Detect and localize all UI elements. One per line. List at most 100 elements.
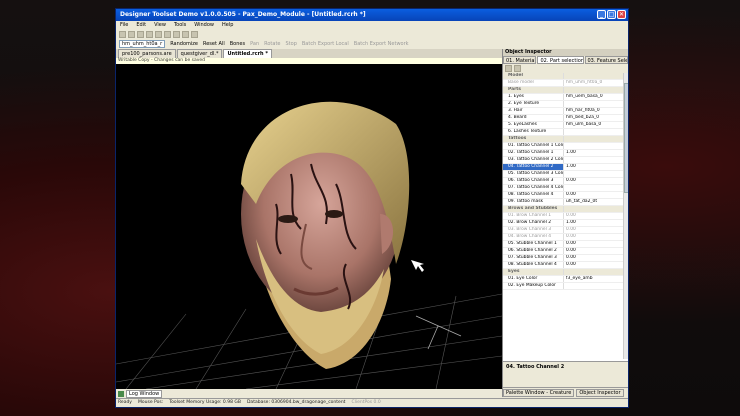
scrollbar-thumb[interactable]	[624, 83, 628, 193]
close-button[interactable]: ✕	[617, 10, 626, 19]
batch-export-network-button[interactable]: Batch Export Network	[354, 41, 409, 47]
property-row[interactable]: 6. Lashes Texture	[503, 129, 623, 136]
randomize-button[interactable]: Randomize	[170, 41, 198, 47]
rotate-button[interactable]: Rotate	[264, 41, 280, 47]
property-row[interactable]: 06. Stubble Channel 2 0.00	[503, 248, 623, 255]
property-value[interactable]	[563, 185, 623, 191]
paste-icon[interactable]	[164, 30, 171, 38]
menu-edit[interactable]: Edit	[136, 22, 146, 28]
tab-object-inspector[interactable]: Object Inspector	[576, 388, 624, 397]
tab-palette-window[interactable]: Palette Window - Creature	[503, 388, 575, 397]
title-bar: Designer Toolset Demo v1.0.0.505 - Pax_D…	[116, 9, 628, 21]
property-category[interactable]: Model	[503, 73, 623, 80]
property-value[interactable]: 1.00	[563, 220, 623, 226]
minimize-button[interactable]: _	[597, 10, 606, 19]
property-value[interactable]: 1.00	[563, 150, 623, 156]
new-icon[interactable]	[119, 30, 126, 38]
reset-all-button[interactable]: Reset All	[203, 41, 225, 47]
tab-log-window[interactable]: Log Window	[126, 389, 163, 398]
property-value[interactable]: f3_eye_amb	[563, 276, 623, 282]
bones-button[interactable]: Bones	[230, 41, 245, 47]
main-toolbar	[116, 29, 628, 39]
property-row[interactable]: 06. Tattoo Channel 3 0.00	[503, 178, 623, 185]
property-category[interactable]: Brows and Stubbles	[503, 206, 623, 213]
property-row[interactable]: 04. Tattoo Channel 2 1.00	[503, 164, 623, 171]
property-value[interactable]: hm_bed_b2a_0	[563, 115, 623, 121]
property-value[interactable]: 0.00	[563, 255, 623, 261]
tab-dialog-file[interactable]: questgiver_dl.*	[176, 49, 223, 58]
menu-help[interactable]: Help	[222, 22, 233, 28]
property-value[interactable]	[563, 157, 623, 163]
property-value[interactable]: 0.00	[563, 192, 623, 198]
menu-window[interactable]: Window	[194, 22, 214, 28]
property-value[interactable]	[563, 171, 623, 177]
property-value[interactable]: 1.00	[563, 164, 623, 170]
undo-icon[interactable]	[173, 30, 180, 38]
property-value[interactable]: hm_har_ht0a_0	[563, 108, 623, 114]
property-row[interactable]: 3. Hair hm_har_ht0a_0	[503, 108, 623, 115]
batch-export-local-button[interactable]: Batch Export Local	[302, 41, 349, 47]
properties-icon[interactable]	[191, 30, 198, 38]
menu-view[interactable]: View	[154, 22, 166, 28]
property-row[interactable]: 07. Tattoo Channel 4 Colo	[503, 185, 623, 192]
property-value[interactable]	[563, 283, 623, 289]
tab-material[interactable]: 01. Material	[503, 56, 537, 64]
property-value[interactable]: 0.00	[563, 262, 623, 268]
model-select[interactable]: hm_uhm_ht0a_r	[119, 40, 166, 48]
alphabetical-icon[interactable]	[514, 65, 521, 72]
property-row[interactable]: 04. Brow Channel 4 0.00	[503, 234, 623, 241]
property-value[interactable]: 0.00	[563, 241, 623, 247]
property-row[interactable]: 01. Brow Channel 1 0.00	[503, 213, 623, 220]
property-row[interactable]: 5. EyeLashes hm_ulm_basa_0	[503, 122, 623, 129]
maximize-button[interactable]: □	[607, 10, 616, 19]
tab-untitled[interactable]: Untitled.rcrh *	[223, 49, 272, 58]
property-category[interactable]: Tattoos	[503, 136, 623, 143]
property-value[interactable]: 0.00	[563, 234, 623, 240]
menu-file[interactable]: File	[120, 22, 128, 28]
property-grid-scrollbar[interactable]	[623, 73, 628, 359]
property-row[interactable]: 01. Eye Color f3_eye_amb	[503, 276, 623, 283]
property-value[interactable]	[563, 101, 623, 107]
cut-icon[interactable]	[146, 30, 153, 38]
property-row[interactable]: 1. Eyes hm_uem_basa_0	[503, 94, 623, 101]
property-row[interactable]: Base model hm_uhm_ht0a_0	[503, 80, 623, 87]
property-row[interactable]: 01. Tattoo Channel 1 Color	[503, 143, 623, 150]
property-row[interactable]: 03. Tattoo Channel 2 Color	[503, 157, 623, 164]
3d-viewport[interactable]	[116, 64, 502, 389]
tab-part-selection[interactable]: 02. Part selection	[537, 56, 584, 64]
tab-area-file[interactable]: pre100_parsons.are	[118, 49, 176, 58]
property-category[interactable]: Eyes	[503, 269, 623, 276]
categorized-icon[interactable]	[505, 65, 512, 72]
property-value[interactable]	[563, 143, 623, 149]
menu-tools[interactable]: Tools	[174, 22, 186, 28]
property-row[interactable]: 08. Stubble Channel 4 0.00	[503, 262, 623, 269]
property-row[interactable]: 2. Eye Texture	[503, 101, 623, 108]
property-value[interactable]: hm_ulm_basa_0	[563, 122, 623, 128]
property-value[interactable]	[563, 129, 623, 135]
stop-button[interactable]: Stop	[286, 41, 297, 47]
property-row[interactable]: 02. Eye Makeup Color	[503, 283, 623, 290]
property-row[interactable]: 02. Tattoo Channel 1 1.00	[503, 150, 623, 157]
tab-feature-selection[interactable]: 03. Feature Sele	[584, 56, 628, 64]
pan-button[interactable]: Pan	[250, 41, 259, 47]
property-row[interactable]: 05. Stubble Channel 1 0.00	[503, 241, 623, 248]
property-category[interactable]: Parts	[503, 87, 623, 94]
property-value[interactable]: 0.00	[563, 227, 623, 233]
property-row[interactable]: 4. Beard hm_bed_b2a_0	[503, 115, 623, 122]
property-value[interactable]: 0.00	[563, 248, 623, 254]
property-row[interactable]: 02. Brow Channel 2 1.00	[503, 220, 623, 227]
save-all-icon[interactable]	[137, 30, 144, 38]
property-value[interactable]: hm_uem_basa_0	[563, 94, 623, 100]
property-row[interactable]: 09. Tattoo mask uh_tat_da2_0t	[503, 199, 623, 206]
property-value[interactable]: hm_uhm_ht0a_0	[563, 80, 623, 86]
property-value[interactable]: 0.00	[563, 178, 623, 184]
redo-icon[interactable]	[182, 30, 189, 38]
property-row[interactable]: 05. Tattoo Channel 3 Color	[503, 171, 623, 178]
copy-icon[interactable]	[155, 30, 162, 38]
property-row[interactable]: 08. Tattoo Channel 4 0.00	[503, 192, 623, 199]
property-value[interactable]: 0.00	[563, 213, 623, 219]
property-row[interactable]: 07. Stubble Channel 3 0.00	[503, 255, 623, 262]
property-row[interactable]: 03. Brow Channel 3 0.00	[503, 227, 623, 234]
property-value[interactable]: uh_tat_da2_0t	[563, 199, 623, 205]
save-icon[interactable]	[128, 30, 135, 38]
